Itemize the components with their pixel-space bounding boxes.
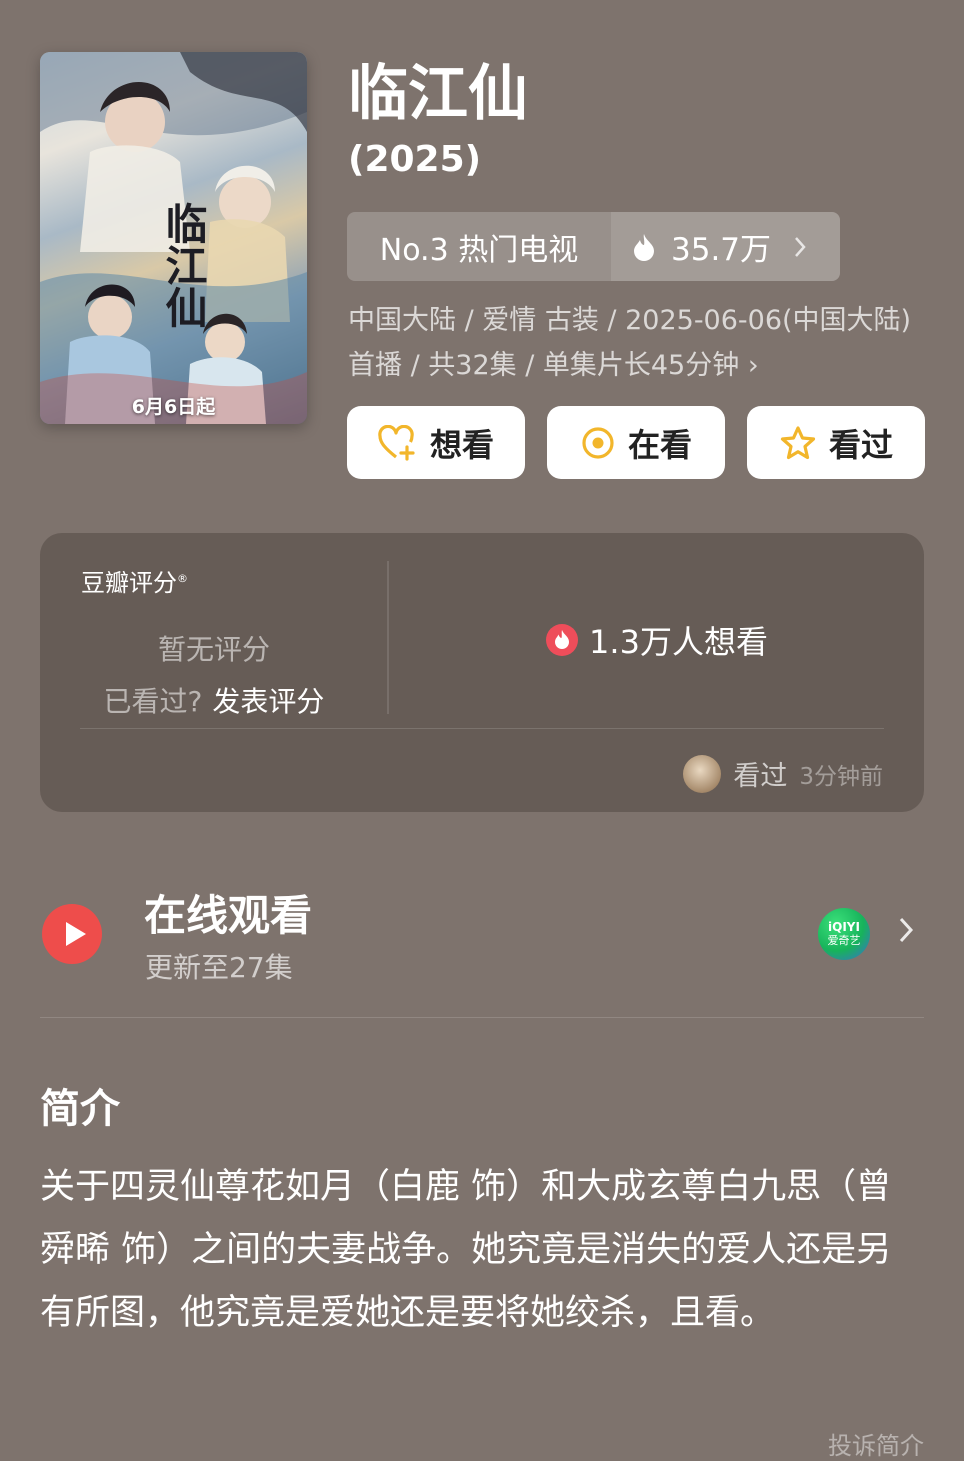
star-icon — [779, 425, 817, 461]
intro-heading: 简介 — [40, 1086, 120, 1132]
intro-text: 关于四灵仙尊花如月（白鹿 饰）和大成玄尊白九思（曾舜晞 饰）之间的夫妻战争。她究… — [40, 1167, 892, 1333]
release-year: (2025) — [348, 139, 482, 180]
online-watch-title: 在线观看 — [144, 891, 313, 940]
online-watch-row[interactable]: 在线观看 更新至27集 iQIYI 爱奇艺 — [40, 880, 924, 990]
heart-plus-icon — [378, 424, 418, 461]
meta-info[interactable]: 中国大陆 / 爱情 古装 / 2025-06-06(中国大陆)首播 / 共32集… — [348, 298, 928, 388]
iqiyi-brand-cn: 爱奇艺 — [827, 934, 861, 947]
fire-icon — [634, 233, 654, 261]
rating-card: 豆瓣评分® 暂无评分 已看过? 发表评分 1.3万人想看 看过 3分钟前 — [40, 533, 924, 812]
post-rating-link[interactable]: 发表评分 — [212, 685, 324, 718]
poster-title-art: 临江仙 — [159, 202, 208, 328]
watched-label: 看过 — [828, 425, 893, 464]
poster-image[interactable]: 临江仙 6月6日起 — [40, 52, 307, 424]
registered-mark: ® — [177, 572, 188, 585]
watching-label: 在看 — [627, 425, 692, 464]
watching-button[interactable]: 在看 — [547, 406, 725, 479]
douban-rating-text: 豆瓣评分 — [81, 569, 177, 597]
iqiyi-brand-en: iQIYI — [828, 920, 860, 934]
chevron-right-icon — [795, 236, 806, 257]
want-count[interactable]: 1.3万人想看 — [389, 617, 924, 663]
post-rating-row: 已看过? 发表评分 — [40, 680, 388, 720]
watched-button[interactable]: 看过 — [747, 406, 925, 479]
want-to-watch-button[interactable]: 想看 — [347, 406, 525, 479]
heat-section[interactable]: 35.7万 — [611, 212, 840, 281]
seen-question: 已看过? — [103, 685, 203, 718]
activity-label: 看过 — [733, 761, 788, 792]
action-buttons: 想看 在看 看过 — [347, 406, 925, 479]
rank-badge[interactable]: No.3 热门电视 35.7万 — [347, 212, 840, 281]
avatar — [683, 754, 722, 793]
target-icon — [580, 425, 616, 461]
want-count-text: 1.3万人想看 — [589, 623, 768, 661]
iqiyi-logo-icon: iQIYI 爱奇艺 — [818, 908, 870, 960]
heat-count: 35.7万 — [671, 232, 772, 268]
douban-rating-label: 豆瓣评分® — [81, 563, 188, 598]
recent-activity[interactable]: 看过 3分钟前 — [683, 754, 883, 793]
rank-label: No.3 热门电视 — [347, 212, 611, 281]
no-rating-text: 暂无评分 — [157, 633, 270, 666]
page-title: 临江仙 — [348, 59, 528, 129]
poster-date-badge: 6月6日起 — [131, 396, 216, 418]
section-divider — [40, 1017, 924, 1018]
play-icon — [42, 904, 102, 964]
horizontal-divider — [80, 728, 884, 729]
want-to-watch-label: 想看 — [429, 425, 494, 464]
flame-icon — [545, 623, 579, 657]
activity-time: 3分钟前 — [799, 763, 883, 790]
chevron-right-icon — [899, 917, 914, 943]
report-intro-link[interactable]: 投诉简介 — [828, 1426, 924, 1461]
episode-update: 更新至27集 — [145, 951, 293, 984]
